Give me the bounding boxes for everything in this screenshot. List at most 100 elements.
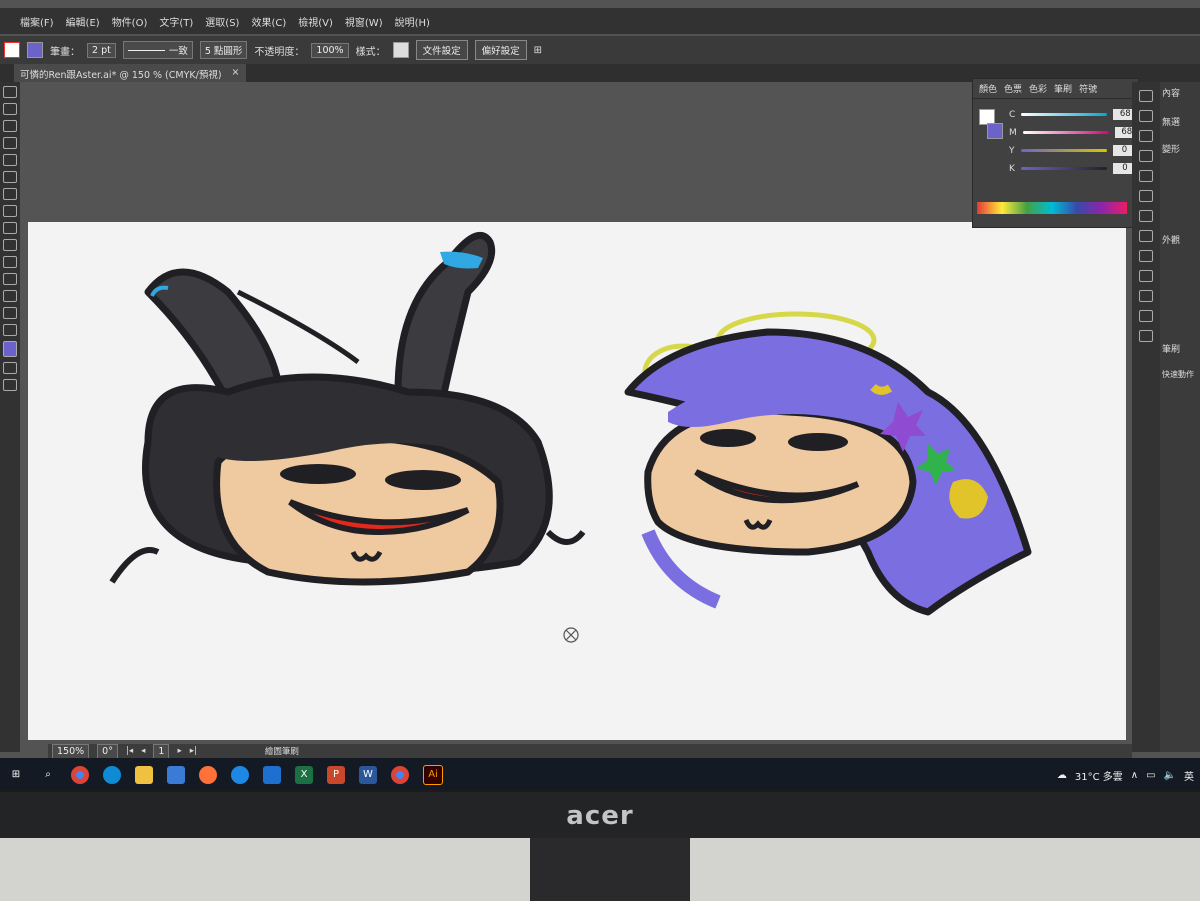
illustrator-icon[interactable]: Ai bbox=[423, 765, 443, 785]
tab-color-guide[interactable]: 色彩 bbox=[1029, 82, 1047, 95]
color-panel-icon[interactable] bbox=[1139, 90, 1153, 102]
up-arrow-icon[interactable]: ∧ bbox=[1131, 770, 1138, 781]
character-panel-icon[interactable] bbox=[1139, 310, 1153, 322]
zoom-tool-icon[interactable] bbox=[3, 324, 17, 336]
page-field[interactable]: 1 bbox=[153, 743, 170, 759]
artwork bbox=[109, 231, 1032, 643]
artboard[interactable] bbox=[28, 222, 1126, 740]
line-tool-icon[interactable] bbox=[3, 154, 17, 166]
menu-edit[interactable]: 編輯(E) bbox=[66, 14, 100, 29]
cyan-track[interactable] bbox=[1021, 113, 1108, 116]
black-label: K bbox=[1009, 163, 1015, 174]
tab-symbols[interactable]: 符號 bbox=[1079, 82, 1097, 95]
input-language[interactable]: 英 bbox=[1184, 768, 1194, 783]
eraser-tool-icon[interactable] bbox=[3, 188, 17, 200]
mail-icon[interactable] bbox=[263, 766, 281, 784]
chrome-icon[interactable] bbox=[71, 766, 89, 784]
align-icon[interactable]: ⊞ bbox=[534, 45, 542, 56]
menu-file[interactable]: 檔案(F) bbox=[20, 14, 54, 29]
rotation-field[interactable]: 0° bbox=[97, 743, 118, 759]
next-page-icon[interactable]: ▸ bbox=[177, 746, 181, 756]
store-icon[interactable] bbox=[167, 766, 185, 784]
style-label: 樣式： bbox=[355, 46, 386, 58]
windows-start-icon[interactable]: ⊞ bbox=[7, 766, 25, 784]
rotate-tool-icon[interactable] bbox=[3, 205, 17, 217]
cyan-slider[interactable]: C 68 % bbox=[1009, 109, 1152, 120]
black-track[interactable] bbox=[1020, 167, 1107, 170]
firefox-icon[interactable] bbox=[199, 766, 217, 784]
mesh-tool-icon[interactable] bbox=[3, 273, 17, 285]
style-swatch-icon[interactable] bbox=[392, 42, 409, 58]
menu-window[interactable]: 視窗(W) bbox=[345, 14, 383, 29]
stroke-swatch-icon[interactable] bbox=[27, 42, 43, 58]
variable-width-select[interactable]: 一致 bbox=[122, 41, 193, 59]
opacity-field[interactable]: 100% bbox=[311, 42, 349, 58]
menu-object[interactable]: 物件(O) bbox=[112, 14, 148, 29]
yellow-slider[interactable]: Y 0 % bbox=[1009, 145, 1151, 156]
excel-icon[interactable]: X bbox=[295, 766, 313, 784]
chrome-alt-icon[interactable] bbox=[391, 766, 409, 784]
menu-effect[interactable]: 效果(C) bbox=[251, 14, 286, 29]
volume-icon[interactable]: 🔈 bbox=[1164, 770, 1176, 781]
stroke-panel-icon[interactable] bbox=[1139, 170, 1153, 182]
fill-swatch-icon[interactable] bbox=[4, 42, 20, 58]
layers-panel-icon[interactable] bbox=[1139, 230, 1153, 242]
system-tray: ☁ 31°C 多雲 ∧ ▭ 🔈 英 bbox=[1057, 758, 1194, 790]
transparency-panel-icon[interactable] bbox=[1139, 210, 1153, 222]
symbols-panel-icon[interactable] bbox=[1139, 150, 1153, 162]
properties-header[interactable]: 內容 bbox=[1160, 82, 1200, 103]
black-slider[interactable]: K 0 % bbox=[1009, 163, 1151, 174]
type-tool-icon[interactable] bbox=[3, 137, 17, 149]
scale-tool-icon[interactable] bbox=[3, 222, 17, 234]
gradient-tool-icon[interactable] bbox=[3, 256, 17, 268]
search-icon[interactable]: ⌕ bbox=[39, 766, 57, 784]
preferences-button[interactable]: 偏好設定 bbox=[474, 40, 527, 60]
close-tab-icon[interactable]: × bbox=[232, 67, 240, 79]
menu-select[interactable]: 選取(S) bbox=[205, 14, 239, 29]
edge-icon[interactable] bbox=[103, 766, 121, 784]
chart-tool-icon[interactable] bbox=[3, 290, 17, 302]
tab-color[interactable]: 顏色 bbox=[979, 82, 997, 95]
draw-mode-icon[interactable] bbox=[3, 362, 17, 374]
first-page-icon[interactable]: |◂ bbox=[126, 746, 133, 756]
stroke-weight-field[interactable]: 2 pt bbox=[87, 42, 116, 58]
brushes-panel-icon[interactable] bbox=[1139, 130, 1153, 142]
fill-stroke-icon[interactable] bbox=[3, 341, 17, 357]
weather-label[interactable]: 31°C 多雲 bbox=[1075, 768, 1123, 783]
color-spectrum[interactable] bbox=[977, 202, 1127, 214]
file-explorer-icon[interactable] bbox=[135, 766, 153, 784]
selection-tool-icon[interactable] bbox=[3, 86, 17, 98]
pen-tool-icon[interactable] bbox=[3, 120, 17, 132]
internet-explorer-icon[interactable] bbox=[231, 766, 249, 784]
monitor-stand bbox=[530, 838, 690, 901]
swatches-panel-icon[interactable] bbox=[1139, 110, 1153, 122]
direct-selection-tool-icon[interactable] bbox=[3, 103, 17, 115]
document-tab[interactable]: 可憐的Ren跟Aster.ai* @ 150 % (CMYK/預視) × bbox=[14, 64, 246, 82]
document-setup-button[interactable]: 文件設定 bbox=[415, 40, 468, 60]
tab-brushes[interactable]: 筆刷 bbox=[1054, 82, 1072, 95]
menu-type[interactable]: 文字(T) bbox=[159, 14, 193, 29]
last-page-icon[interactable]: ▸| bbox=[190, 746, 197, 756]
comments-panel-icon[interactable] bbox=[1139, 270, 1153, 282]
paragraph-panel-icon[interactable] bbox=[1139, 330, 1153, 342]
eyedropper-tool-icon[interactable] bbox=[3, 307, 17, 319]
menu-help[interactable]: 說明(H) bbox=[395, 14, 430, 29]
powerpoint-icon[interactable]: P bbox=[327, 766, 345, 784]
gradient-panel-icon[interactable] bbox=[1139, 190, 1153, 202]
prev-page-icon[interactable]: ◂ bbox=[141, 746, 145, 756]
current-tool-label: 繪圖筆刷 bbox=[264, 747, 299, 757]
shape-builder-icon[interactable] bbox=[3, 239, 17, 251]
word-icon[interactable]: W bbox=[359, 766, 377, 784]
magenta-track[interactable] bbox=[1022, 131, 1109, 134]
transform-panel-icon[interactable] bbox=[1139, 290, 1153, 302]
menu-view[interactable]: 檢視(V) bbox=[298, 14, 333, 29]
network-icon[interactable]: ▭ bbox=[1146, 770, 1155, 781]
artboards-panel-icon[interactable] bbox=[1139, 250, 1153, 262]
tab-swatches[interactable]: 色票 bbox=[1004, 82, 1022, 95]
yellow-track[interactable] bbox=[1020, 149, 1107, 152]
paintbrush-tool-icon[interactable] bbox=[3, 171, 17, 183]
stroke-color-icon[interactable] bbox=[987, 123, 1003, 139]
screen-mode-icon[interactable] bbox=[3, 379, 17, 391]
brush-select[interactable]: 5 點圓形 bbox=[199, 41, 248, 59]
zoom-field[interactable]: 150% bbox=[52, 743, 90, 759]
